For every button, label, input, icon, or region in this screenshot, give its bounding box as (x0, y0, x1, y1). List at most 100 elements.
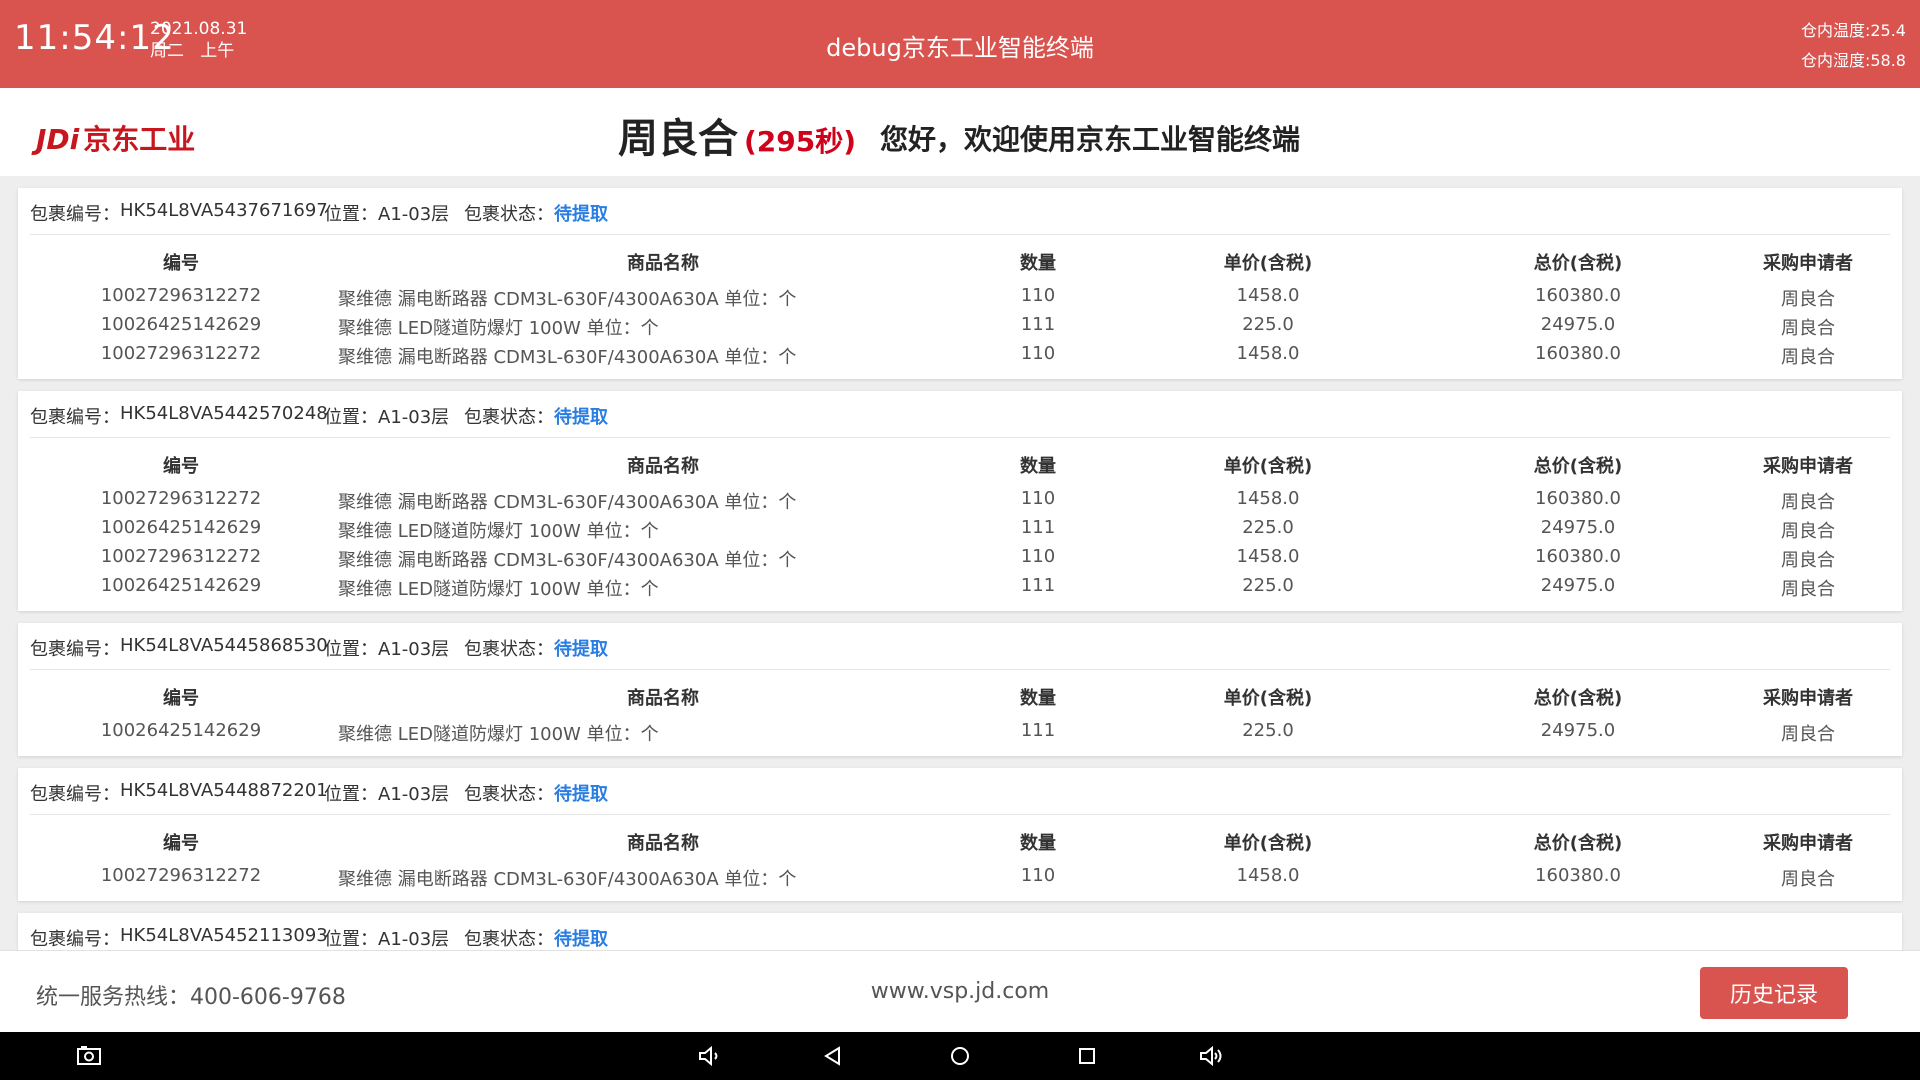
col-total-price: 160380.0 (1535, 865, 1621, 886)
col-product-name: 聚维德 LED隧道防爆灯 100W 单位：个 (338, 318, 659, 339)
table-row: 10026425142629 聚维德 LED隧道防爆灯 100W 单位：个 111 2… (18, 513, 1902, 542)
col-code: 10026425142629 (100, 314, 262, 335)
logo-mark: JDi (36, 123, 80, 156)
session-countdown: (295秒) (744, 125, 857, 158)
col-product-name-header: 商品名称 (627, 456, 699, 477)
col-buyer-header: 采购申请者 (1763, 253, 1853, 274)
back-icon[interactable] (820, 1044, 846, 1068)
package-header: 包裹编号： HK54L8VA5452113093 位置： A1-03层 包裹状态： 待提取 (30, 913, 1890, 950)
col-product-name: 聚维德 漏电断路器 CDM3L-630F/4300A630A 单位：个 (338, 347, 797, 368)
package-card[interactable]: 包裹编号： HK54L8VA5442570248 位置： A1-03层 包裹状态： 待提取… (18, 391, 1902, 611)
location-value: A1-03层 (378, 407, 450, 428)
package-list[interactable]: 包裹编号： HK54L8VA5437671697 位置： A1-03层 包裹状态： 待提取… (0, 176, 1920, 950)
top-status-bar: 11:54:12 2021.08.31 周二 上午 debug京东工业智能终端 … (0, 0, 1920, 88)
table-row: 10026425142629 聚维德 LED隧道防爆灯 100W 单位：个 111 2… (18, 571, 1902, 600)
col-quantity-header: 数量 (1020, 253, 1056, 274)
col-code: 10027296312272 (100, 865, 262, 886)
status-label: 包裹状态： (464, 407, 554, 428)
col-product-name: 聚维德 漏电断路器 CDM3L-630F/4300A630A 单位：个 (338, 492, 797, 513)
col-code: 10026425142629 (100, 575, 262, 596)
humidity: 仓内湿度:58.8 (1800, 51, 1906, 70)
package-no: HK54L8VA5442570248 (120, 403, 328, 424)
volume-up-icon[interactable] (1198, 1044, 1224, 1068)
screenshot-icon[interactable] (76, 1044, 102, 1068)
location-label: 位置： (324, 204, 378, 225)
welcome-message: 您好，欢迎使用京东工业智能终端 (880, 123, 1301, 156)
col-total-price: 24975.0 (1540, 314, 1616, 335)
col-unit-price: 1458.0 (1236, 343, 1300, 364)
status-label: 包裹状态： (464, 204, 554, 225)
col-code: 10027296312272 (100, 285, 262, 306)
header: JDi 京东工业 周良合 (295秒) 您好，欢迎使用京东工业智能终端 (0, 88, 1920, 176)
app-title: debug京东工业智能终端 (826, 34, 1094, 62)
package-no: HK54L8VA5437671697 (120, 200, 328, 221)
home-icon[interactable] (947, 1044, 973, 1068)
jdi-logo: JDi 京东工业 (36, 118, 195, 158)
status-value: 待提取 (554, 639, 608, 660)
recents-icon[interactable] (1074, 1044, 1100, 1068)
package-card[interactable]: 包裹编号： HK54L8VA5448872201 位置： A1-03层 包裹状态： 待提取… (18, 768, 1902, 901)
col-quantity: 110 (1020, 343, 1056, 364)
col-quantity: 111 (1020, 720, 1056, 741)
status-value: 待提取 (554, 407, 608, 428)
temperature: 仓内温度:25.4 (1800, 21, 1906, 40)
history-button[interactable]: 历史记录 (1700, 967, 1848, 1019)
col-buyer: 周良合 (1781, 869, 1835, 890)
col-buyer: 周良合 (1781, 318, 1835, 339)
package-header: 包裹编号： HK54L8VA5448872201 位置： A1-03层 包裹状态： 待提取 (30, 768, 1890, 815)
user-name: 周良合 (618, 116, 738, 162)
environment-readout: 仓内温度:25.4 仓内湿度:58.8 (1801, 16, 1906, 76)
col-quantity-header: 数量 (1020, 456, 1056, 477)
col-unit-price: 225.0 (1242, 517, 1294, 538)
col-quantity: 111 (1020, 575, 1056, 596)
package-card[interactable]: 包裹编号： HK54L8VA5452113093 位置： A1-03层 包裹状态： 待提取 (18, 913, 1902, 950)
location-label: 位置： (324, 784, 378, 805)
footer: 统一服务热线：400-606-9768 www.vsp.jd.com 历史记录 (0, 950, 1920, 1033)
col-product-name: 聚维德 漏电断路器 CDM3L-630F/4300A630A 单位：个 (338, 550, 797, 571)
col-total-price: 160380.0 (1535, 343, 1621, 364)
system-nav-bar (0, 1032, 1920, 1080)
col-total-price-header: 总价(含税) (1533, 833, 1623, 854)
package-no: HK54L8VA5445868530 (120, 635, 328, 656)
col-code: 10026425142629 (100, 517, 262, 538)
col-quantity-header: 数量 (1020, 833, 1056, 854)
table-header: 编号 商品名称 数量 单价(含税) 总价(含税) 采购申请者 (18, 815, 1902, 861)
col-total-price-header: 总价(含税) (1533, 688, 1623, 709)
col-unit-price: 1458.0 (1236, 546, 1300, 567)
col-product-name: 聚维德 LED隧道防爆灯 100W 单位：个 (338, 579, 659, 600)
table-header: 编号 商品名称 数量 单价(含税) 总价(含税) 采购申请者 (18, 235, 1902, 281)
package-no-label: 包裹编号： (30, 929, 120, 950)
col-buyer: 周良合 (1781, 579, 1835, 600)
col-unit-price: 1458.0 (1236, 488, 1300, 509)
col-total-price: 24975.0 (1540, 575, 1616, 596)
col-code-header: 编号 (163, 688, 199, 709)
package-no-label: 包裹编号： (30, 639, 120, 660)
col-total-price: 24975.0 (1540, 517, 1616, 538)
table-row: 10027296312272 聚维德 漏电断路器 CDM3L-630F/4300A… (18, 861, 1902, 890)
col-product-name-header: 商品名称 (627, 688, 699, 709)
col-code-header: 编号 (163, 456, 199, 477)
col-buyer: 周良合 (1781, 347, 1835, 368)
col-quantity: 110 (1020, 546, 1056, 567)
col-code: 10026425142629 (100, 720, 262, 741)
package-no-label: 包裹编号： (30, 407, 120, 428)
package-no-label: 包裹编号： (30, 784, 120, 805)
package-no: HK54L8VA5448872201 (120, 780, 328, 801)
col-unit-price-header: 单价(含税) (1223, 253, 1313, 274)
col-product-name: 聚维德 漏电断路器 CDM3L-630F/4300A630A 单位：个 (338, 869, 797, 890)
col-total-price-header: 总价(含税) (1533, 253, 1623, 274)
col-product-name-header: 商品名称 (627, 253, 699, 274)
package-card[interactable]: 包裹编号： HK54L8VA5445868530 位置： A1-03层 包裹状态： 待提取… (18, 623, 1902, 756)
col-total-price: 24975.0 (1540, 720, 1616, 741)
col-quantity: 111 (1020, 517, 1056, 538)
table-row: 10026425142629 聚维德 LED隧道防爆灯 100W 单位：个 111 2… (18, 716, 1902, 745)
package-card[interactable]: 包裹编号： HK54L8VA5437671697 位置： A1-03层 包裹状态： 待提取… (18, 188, 1902, 379)
col-buyer-header: 采购申请者 (1763, 833, 1853, 854)
col-buyer: 周良合 (1781, 550, 1835, 571)
volume-down-icon[interactable] (696, 1044, 722, 1068)
status-label: 包裹状态： (464, 784, 554, 805)
table-header: 编号 商品名称 数量 单价(含税) 总价(含税) 采购申请者 (18, 438, 1902, 484)
col-code-header: 编号 (163, 833, 199, 854)
table-header: 编号 商品名称 数量 单价(含税) 总价(含税) 采购申请者 (18, 670, 1902, 716)
col-total-price: 160380.0 (1535, 285, 1621, 306)
